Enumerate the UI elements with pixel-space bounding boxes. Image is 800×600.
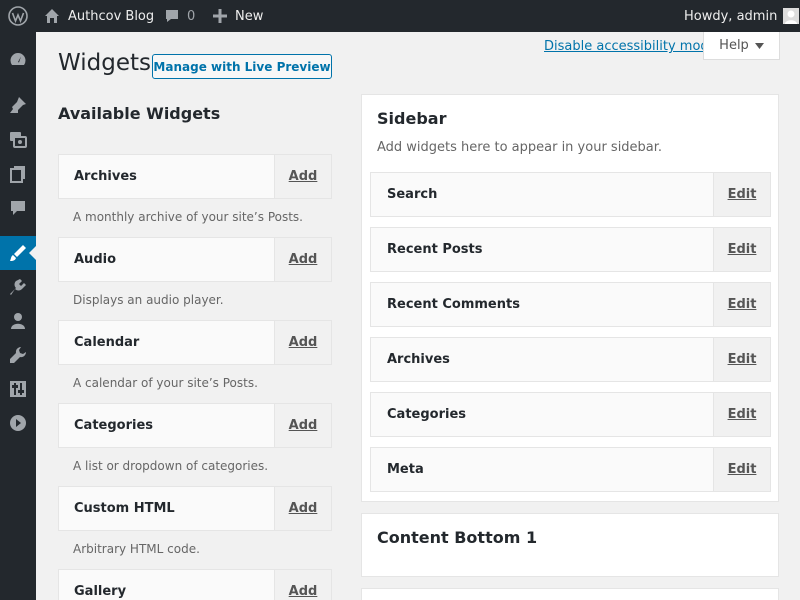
- add-widget-button[interactable]: Add: [274, 238, 331, 281]
- new-label: New: [235, 8, 264, 24]
- admin-bar: Authcov Blog 0 New Howdy, admin: [0, 0, 800, 32]
- widget-name: Audio: [74, 252, 117, 267]
- available-widget[interactable]: Gallery Add: [58, 569, 332, 600]
- menu-item-users[interactable]: [0, 304, 36, 338]
- add-widget-button[interactable]: Add: [274, 155, 331, 198]
- disable-accessibility-link[interactable]: Disable accessibility mode: [544, 39, 717, 54]
- widget-name: Calendar: [74, 335, 140, 350]
- tools-icon: [9, 346, 27, 364]
- sidebar-area-title[interactable]: Sidebar: [377, 109, 446, 128]
- comments-link[interactable]: 0: [164, 0, 195, 32]
- menu-item-media[interactable]: [0, 122, 36, 156]
- widget-name: Categories: [74, 418, 154, 433]
- menu-item-collapse[interactable]: [0, 406, 36, 440]
- avatar: [783, 8, 800, 24]
- sidebar-widget[interactable]: Recent Posts Edit: [370, 227, 771, 272]
- edit-widget-button[interactable]: Edit: [713, 338, 770, 381]
- pages-icon: [9, 165, 27, 183]
- edit-widget-button[interactable]: Edit: [713, 173, 770, 216]
- menu-item-pages[interactable]: [0, 157, 36, 191]
- add-widget-button[interactable]: Add: [274, 404, 331, 447]
- widget-name: Recent Posts: [387, 242, 483, 257]
- sidebar-area-description: Add widgets here to appear in your sideb…: [377, 140, 663, 155]
- edit-widget-button[interactable]: Edit: [713, 228, 770, 271]
- media-icon: [9, 130, 27, 148]
- comment-bubble-icon: [164, 8, 180, 24]
- sidebar-widget[interactable]: Meta Edit: [370, 447, 771, 492]
- menu-item-plugins[interactable]: [0, 270, 36, 304]
- manage-live-preview-button[interactable]: Manage with Live Preview: [152, 54, 332, 79]
- available-widget[interactable]: Audio Add: [58, 237, 332, 282]
- menu-item-posts[interactable]: [0, 88, 36, 122]
- widget-name: Search: [387, 187, 438, 202]
- dashboard-icon: [9, 51, 27, 69]
- collapse-icon: [9, 414, 27, 432]
- widget-description: A calendar of your site’s Posts.: [73, 376, 258, 390]
- appearance-icon: [9, 244, 27, 262]
- sidebar-widget[interactable]: Recent Comments Edit: [370, 282, 771, 327]
- wordpress-logo-icon[interactable]: [8, 0, 28, 32]
- plugins-icon: [9, 278, 27, 296]
- edit-widget-button[interactable]: Edit: [713, 393, 770, 436]
- available-widget[interactable]: Categories Add: [58, 403, 332, 448]
- widget-description: A monthly archive of your site’s Posts.: [73, 210, 303, 224]
- plus-icon: [213, 9, 227, 23]
- home-icon: [44, 8, 60, 24]
- sidebar-widget[interactable]: Archives Edit: [370, 337, 771, 382]
- account-menu[interactable]: Howdy, admin: [684, 0, 800, 32]
- next-widget-area[interactable]: [361, 588, 779, 600]
- available-widgets-title: Available Widgets: [58, 104, 221, 123]
- posts-icon: [9, 96, 27, 114]
- widget-name: Archives: [74, 169, 137, 184]
- menu-item-dashboard[interactable]: [0, 43, 36, 77]
- comments-icon: [9, 199, 27, 217]
- caret-down-icon: [754, 42, 764, 49]
- widget-name: Recent Comments: [387, 297, 520, 312]
- available-widget[interactable]: Calendar Add: [58, 320, 332, 365]
- settings-icon: [9, 380, 27, 398]
- widget-name: Custom HTML: [74, 501, 175, 516]
- widget-name: Archives: [387, 352, 450, 367]
- available-widget[interactable]: Archives Add: [58, 154, 332, 199]
- add-widget-button[interactable]: Add: [274, 321, 331, 364]
- menu-item-settings[interactable]: [0, 372, 36, 406]
- help-label: Help: [719, 38, 749, 53]
- add-widget-button[interactable]: Add: [274, 487, 331, 530]
- widget-description: Displays an audio player.: [73, 293, 224, 307]
- edit-widget-button[interactable]: Edit: [713, 448, 770, 491]
- sidebar-widget[interactable]: Categories Edit: [370, 392, 771, 437]
- widget-name: Meta: [387, 462, 424, 477]
- widget-name: Categories: [387, 407, 467, 422]
- help-tab[interactable]: Help: [703, 32, 780, 60]
- sidebar-area-title[interactable]: Content Bottom 1: [377, 528, 537, 547]
- page-title: Widgets: [58, 50, 151, 76]
- menu-item-tools[interactable]: [0, 338, 36, 372]
- admin-menu: [0, 32, 36, 600]
- sidebar-widget[interactable]: Search Edit: [370, 172, 771, 217]
- greeting: Howdy, admin: [684, 8, 778, 24]
- site-home-link[interactable]: Authcov Blog: [44, 0, 154, 32]
- edit-widget-button[interactable]: Edit: [713, 283, 770, 326]
- comments-count: 0: [187, 8, 196, 24]
- add-widget-button[interactable]: Add: [274, 570, 331, 600]
- site-name: Authcov Blog: [68, 8, 155, 24]
- menu-item-appearance[interactable]: [0, 236, 36, 270]
- widget-name: Gallery: [74, 584, 127, 599]
- widget-description: Arbitrary HTML code.: [73, 542, 200, 556]
- users-icon: [9, 312, 27, 330]
- new-content-link[interactable]: New: [213, 0, 263, 32]
- menu-item-comments[interactable]: [0, 191, 36, 225]
- available-widget[interactable]: Custom HTML Add: [58, 486, 332, 531]
- widget-description: A list or dropdown of categories.: [73, 459, 269, 473]
